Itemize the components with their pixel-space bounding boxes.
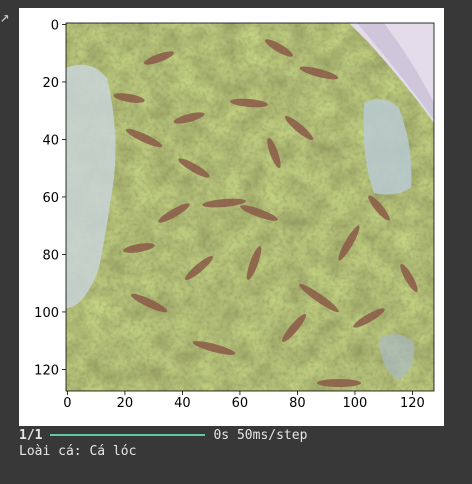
prediction-result: Loài cá: Cá lóc — [19, 444, 137, 459]
y-tick-label: 40 — [42, 133, 59, 148]
matplotlib-figure: 0 20 40 60 80 100 120 0 20 40 60 80 100 120 — [19, 8, 444, 426]
y-tick-label: 60 — [42, 191, 59, 206]
x-tick-label: 40 — [174, 396, 191, 411]
displayed-image — [66, 23, 434, 391]
progress-timing: 0s 50ms/step — [213, 427, 308, 443]
x-axis: 0 20 40 60 80 100 120 — [63, 391, 425, 411]
x-tick-label: 120 — [400, 396, 425, 411]
y-tick-label: 20 — [42, 76, 59, 91]
y-tick-label: 0 — [51, 18, 59, 33]
x-tick-label: 0 — [63, 396, 71, 411]
progress-bar — [50, 434, 206, 436]
output-cell: ↗ 0 20 40 60 80 100 120 0 20 40 60 80 10… — [0, 0, 472, 484]
figure-svg: 0 20 40 60 80 100 120 0 20 40 60 80 100 120 — [34, 18, 435, 411]
progress-line: 1/1 0s 50ms/step — [19, 427, 307, 443]
y-tick-label: 80 — [42, 248, 59, 263]
x-tick-label: 60 — [232, 396, 249, 411]
y-tick-label: 120 — [34, 363, 59, 378]
x-tick-label: 100 — [343, 396, 368, 411]
y-tick-label: 100 — [34, 306, 59, 321]
output-arrow-icon[interactable]: ↗ — [0, 8, 12, 26]
y-axis: 0 20 40 60 80 100 120 — [34, 18, 66, 378]
x-tick-label: 80 — [289, 396, 306, 411]
x-tick-label: 20 — [117, 396, 134, 411]
progress-count: 1/1 — [19, 427, 43, 443]
